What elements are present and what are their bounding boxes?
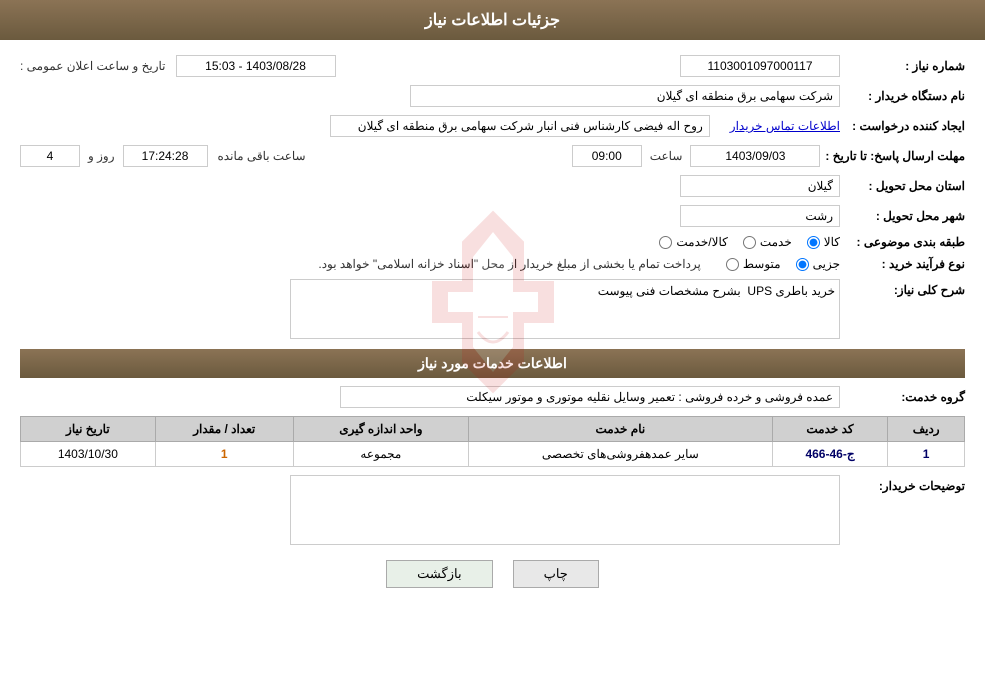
category-kala-option[interactable]: کالا: [807, 235, 840, 249]
deadline-label: مهلت ارسال پاسخ: تا تاریخ :: [825, 149, 965, 163]
table-row: 1 ج-46-466 سایر عمدهفروشی‌های تخصصی مجمو…: [21, 442, 965, 467]
purchase-type-row: نوع فرآیند خرید : جزیی متوسط پرداخت تمام…: [20, 257, 965, 271]
buyer-desc-textarea[interactable]: [290, 475, 840, 545]
buyer-org-label: نام دستگاه خریدار :: [845, 89, 965, 103]
category-khedmat-label: خدمت: [760, 235, 792, 249]
buyer-org-row: نام دستگاه خریدار :: [20, 85, 965, 107]
days-label: روز و: [88, 149, 115, 163]
purchase-type-radio-group: جزیی متوسط: [726, 257, 840, 271]
purchase-jozi-label: جزیی: [813, 257, 840, 271]
back-button[interactable]: بازگشت: [386, 560, 492, 588]
announce-date-label: تاریخ و ساعت اعلان عمومی :: [20, 59, 166, 73]
col-unit: واحد اندازه گیری: [293, 417, 468, 442]
province-row: استان محل تحویل :: [20, 175, 965, 197]
category-kala-khedmat-option[interactable]: کالا/خدمت: [659, 235, 727, 249]
services-section-label: اطلاعات خدمات مورد نیاز: [418, 355, 567, 371]
purchase-notice: پرداخت تمام یا بخشی از مبلغ خریدار از مح…: [318, 257, 701, 271]
province-input[interactable]: [680, 175, 840, 197]
deadline-row: مهلت ارسال پاسخ: تا تاریخ : ساعت ساعت با…: [20, 145, 965, 167]
purchase-jozi-option[interactable]: جزیی: [796, 257, 840, 271]
service-group-label: گروه خدمت:: [845, 390, 965, 404]
remaining-time-input[interactable]: [123, 145, 208, 167]
cell-service-code: ج-46-466: [772, 442, 888, 467]
days-input[interactable]: [20, 145, 80, 167]
purchase-motovaset-radio[interactable]: [726, 258, 739, 271]
services-table-body: 1 ج-46-466 سایر عمدهفروشی‌های تخصصی مجمو…: [21, 442, 965, 467]
purchase-jozi-radio[interactable]: [796, 258, 809, 271]
cell-service-name: سایر عمدهفروشی‌های تخصصی: [468, 442, 772, 467]
buyer-org-input[interactable]: [410, 85, 840, 107]
category-kala-label: کالا: [824, 235, 840, 249]
cell-unit: مجموعه: [293, 442, 468, 467]
province-label: استان محل تحویل :: [845, 179, 965, 193]
category-khedmat-option[interactable]: خدمت: [743, 235, 792, 249]
services-table: ردیف کد خدمت نام خدمت واحد اندازه گیری ت…: [20, 416, 965, 467]
creator-input[interactable]: [330, 115, 710, 137]
buyer-desc-row: توضیحات خریدار:: [20, 475, 965, 545]
category-radio-group: کالا خدمت کالا/خدمت: [659, 235, 840, 249]
category-kala-radio[interactable]: [807, 236, 820, 249]
remaining-label: ساعت باقی مانده: [218, 149, 306, 163]
deadline-time-input[interactable]: [572, 145, 642, 167]
city-label: شهر محل تحویل :: [845, 209, 965, 223]
need-desc-textarea[interactable]: [290, 279, 840, 339]
purchase-motovaset-option[interactable]: متوسط: [726, 257, 781, 271]
services-table-header: ردیف کد خدمت نام خدمت واحد اندازه گیری ت…: [21, 417, 965, 442]
need-number-input[interactable]: [680, 55, 840, 77]
need-number-row: شماره نیاز : تاریخ و ساعت اعلان عمومی :: [20, 55, 965, 77]
contact-link[interactable]: اطلاعات تماس خریدار: [730, 119, 840, 133]
col-quantity: تعداد / مقدار: [155, 417, 293, 442]
page-title: جزئیات اطلاعات نیاز: [425, 12, 560, 29]
category-khedmat-radio[interactable]: [743, 236, 756, 249]
col-row-num: ردیف: [888, 417, 965, 442]
creator-label: ایجاد کننده درخواست :: [845, 119, 965, 133]
col-service-code: کد خدمت: [772, 417, 888, 442]
city-input[interactable]: [680, 205, 840, 227]
service-group-input[interactable]: [340, 386, 840, 408]
cell-date: 1403/10/30: [21, 442, 156, 467]
creator-row: ایجاد کننده درخواست : اطلاعات تماس خریدا…: [20, 115, 965, 137]
service-group-row: گروه خدمت:: [20, 386, 965, 408]
need-desc-label: شرح کلی نیاز:: [845, 283, 965, 297]
services-section-header: اطلاعات خدمات مورد نیاز: [20, 349, 965, 378]
category-kala-khedmat-radio[interactable]: [659, 236, 672, 249]
deadline-time-label: ساعت: [650, 149, 683, 163]
city-row: شهر محل تحویل :: [20, 205, 965, 227]
cell-quantity: 1: [155, 442, 293, 467]
announce-date-input[interactable]: [176, 55, 336, 77]
deadline-date-input[interactable]: [690, 145, 820, 167]
print-button[interactable]: چاپ: [513, 560, 599, 588]
button-row: چاپ بازگشت: [20, 560, 965, 608]
category-label: طبقه بندی موضوعی :: [845, 235, 965, 249]
page-header: جزئیات اطلاعات نیاز: [0, 0, 985, 40]
purchase-motovaset-label: متوسط: [743, 257, 781, 271]
category-row: طبقه بندی موضوعی : کالا خدمت کالا/خدمت: [20, 235, 965, 249]
col-date: تاریخ نیاز: [21, 417, 156, 442]
category-kala-khedmat-label: کالا/خدمت: [676, 235, 727, 249]
col-service-name: نام خدمت: [468, 417, 772, 442]
buyer-desc-label: توضیحات خریدار:: [845, 479, 965, 493]
need-desc-row: شرح کلی نیاز: // Set textarea value from…: [20, 279, 965, 339]
purchase-type-label: نوع فرآیند خرید :: [845, 257, 965, 271]
cell-row-num: 1: [888, 442, 965, 467]
need-number-label: شماره نیاز :: [845, 59, 965, 73]
